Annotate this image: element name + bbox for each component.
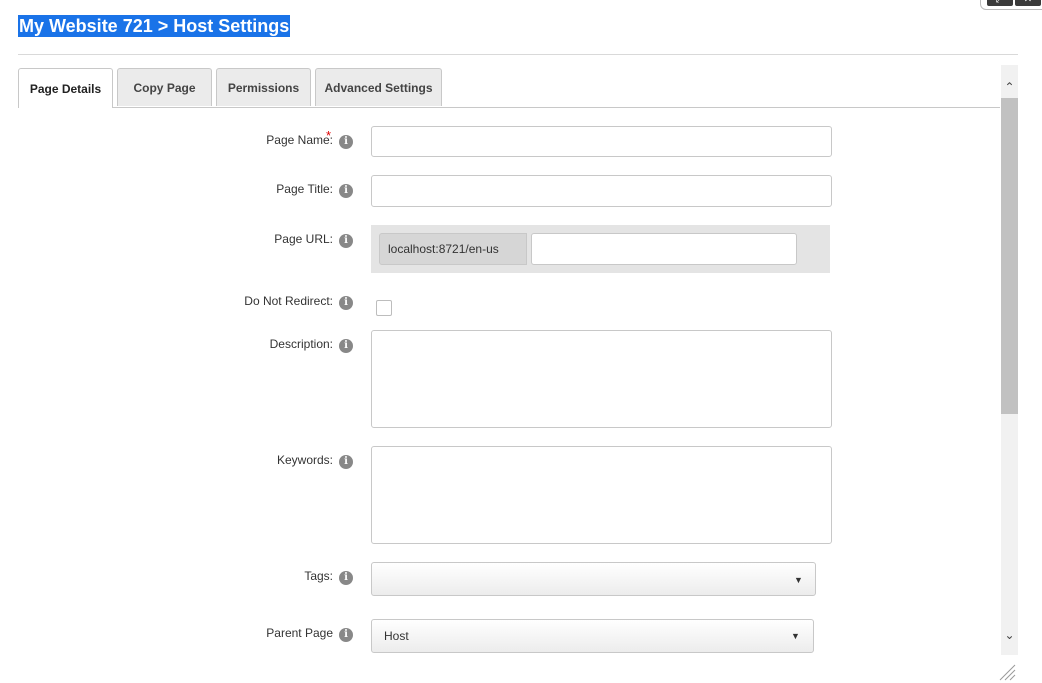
tab-advanced-settings[interactable]: Advanced Settings [315,68,442,106]
info-icon[interactable]: i [339,339,353,353]
info-icon[interactable]: i [339,234,353,248]
parent-page-label: Parent Page [266,626,333,640]
description-label: Description: [269,337,333,351]
page-name-label: Page Name: [266,133,333,147]
close-icon[interactable]: ✕ [1015,0,1041,6]
page-url-input[interactable] [531,233,797,265]
tab-page-details[interactable]: Page Details [18,68,113,108]
scroll-down-icon[interactable]: ⌄ [1001,626,1018,644]
required-marker: * [326,128,332,143]
scrollbar-thumb[interactable] [1001,98,1018,414]
info-icon[interactable]: i [339,571,353,585]
info-icon[interactable]: i [339,628,353,642]
parent-page-select[interactable]: Host [371,619,814,653]
page-url-prefix: localhost:8721/en-us [379,233,527,265]
page-url-label: Page URL: [274,232,333,246]
parent-page-selected-value: Host [384,629,409,643]
info-icon[interactable]: i [339,184,353,198]
keywords-textarea[interactable] [371,446,832,544]
scroll-up-icon[interactable]: ⌃ [1001,78,1018,96]
page-title: My Website 721 > Host Settings [18,15,291,37]
tab-divider [18,107,1000,108]
info-icon[interactable]: i [339,455,353,469]
tab-bar: Page Details Copy Page Permissions Advan… [18,68,1000,108]
window-controls: ⤢ ✕ [980,0,1042,10]
do-not-redirect-checkbox[interactable] [376,300,392,316]
info-icon[interactable]: i [339,135,353,149]
tab-permissions[interactable]: Permissions [216,68,311,106]
do-not-redirect-label: Do Not Redirect: [244,294,333,308]
description-textarea[interactable] [371,330,832,428]
chevron-down-icon[interactable]: ▼ [791,631,800,641]
chevron-down-icon[interactable]: ▼ [794,575,803,585]
keywords-label: Keywords: [276,453,333,467]
info-icon[interactable]: i [339,296,353,310]
tab-copy-page[interactable]: Copy Page [117,68,212,106]
page-name-input[interactable] [371,126,832,157]
header-divider [18,54,1018,55]
expand-icon[interactable]: ⤢ [987,0,1013,6]
tags-select[interactable] [371,562,816,596]
tags-label: Tags: [304,569,333,583]
page-title-label: Page Title: [276,182,333,196]
page-title-input[interactable] [371,175,832,207]
resize-grip-icon[interactable] [998,663,1016,681]
